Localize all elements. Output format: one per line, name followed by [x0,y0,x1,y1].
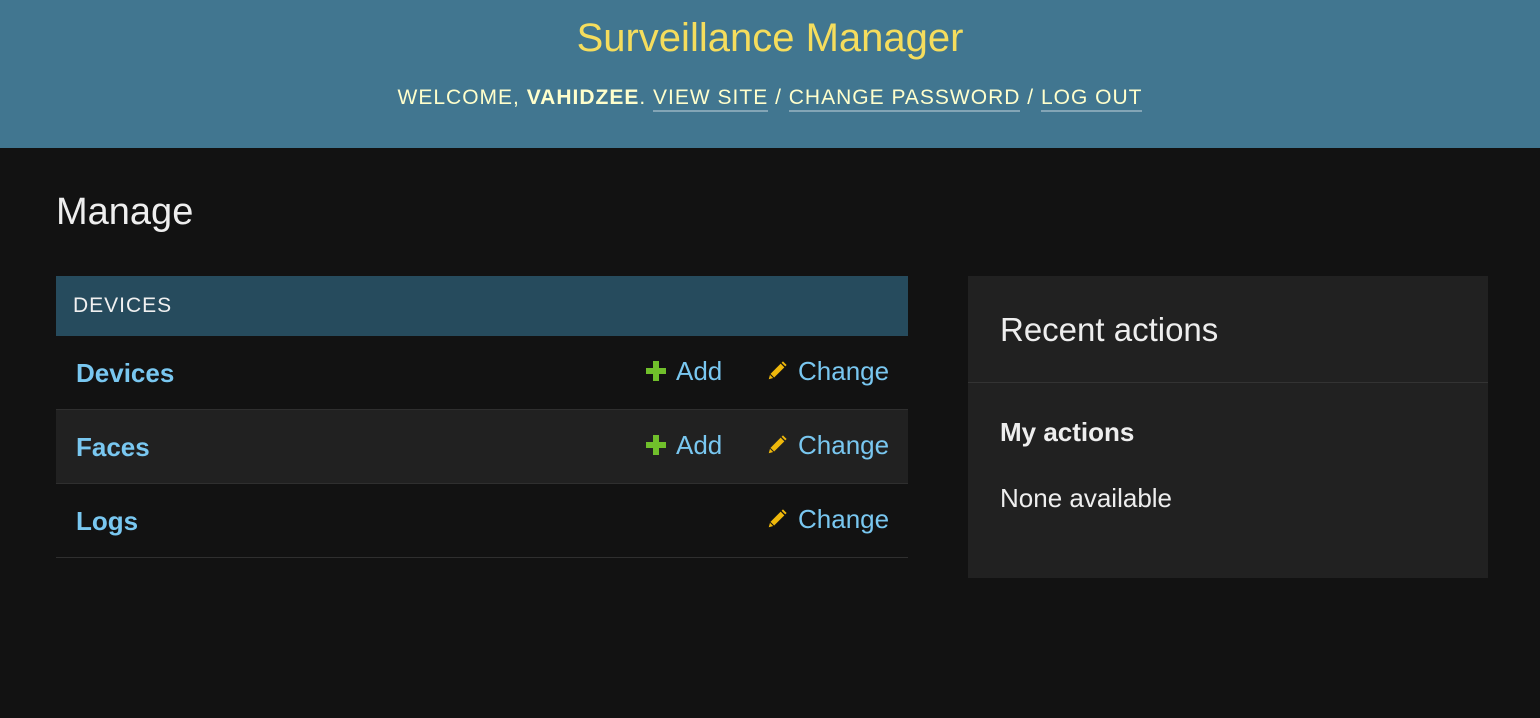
model-link-faces[interactable]: Faces [76,430,150,464]
view-site-link[interactable]: View site [653,86,769,112]
change-password-link[interactable]: Change password [788,86,1021,112]
site-title[interactable]: Surveillance Manager [0,14,1540,62]
header: Surveillance Manager Welcome, vahidzee. … [0,0,1540,148]
log-out-link[interactable]: Log out [1040,86,1143,112]
empty-actions-text: None available [1000,483,1173,513]
change-label: Change [798,504,890,534]
my-actions-heading: My actions [1000,417,1135,447]
add-faces-link[interactable]: Add [646,428,722,462]
user-tools: Welcome, vahidzee. View site / Change pa… [0,84,1540,112]
change-logs-link[interactable]: Change [766,502,889,536]
change-label: Change [798,356,890,386]
recent-actions-panel: Recent actions My actions None available [968,276,1488,578]
recent-actions-title: Recent actions [1000,311,1219,348]
pencil-icon [768,361,787,380]
module-caption[interactable]: Devices [56,276,908,336]
change-label: Change [798,430,890,460]
model-row-logs: Logs Change [56,484,908,558]
plus-icon [646,361,666,381]
devices-module: Devices Devices Add Change Faces Add Cha… [56,276,908,558]
model-row-devices: Devices Add Change [56,336,908,410]
username: vahidzee [526,86,640,109]
add-label: Add [676,356,723,386]
welcome-text: Welcome, [397,86,520,109]
pencil-icon [768,509,787,528]
page-title: Manage [56,191,194,233]
pencil-icon [768,435,787,454]
change-devices-link[interactable]: Change [766,354,889,388]
change-faces-link[interactable]: Change [766,428,889,462]
add-devices-link[interactable]: Add [646,354,722,388]
separator: / [1027,86,1035,109]
separator: / [775,86,782,109]
model-row-faces: Faces Add Change [56,410,908,484]
plus-icon [646,435,666,455]
add-label: Add [676,430,723,460]
model-link-devices[interactable]: Devices [76,356,174,390]
model-link-logs[interactable]: Logs [76,504,138,538]
divider [968,382,1488,383]
